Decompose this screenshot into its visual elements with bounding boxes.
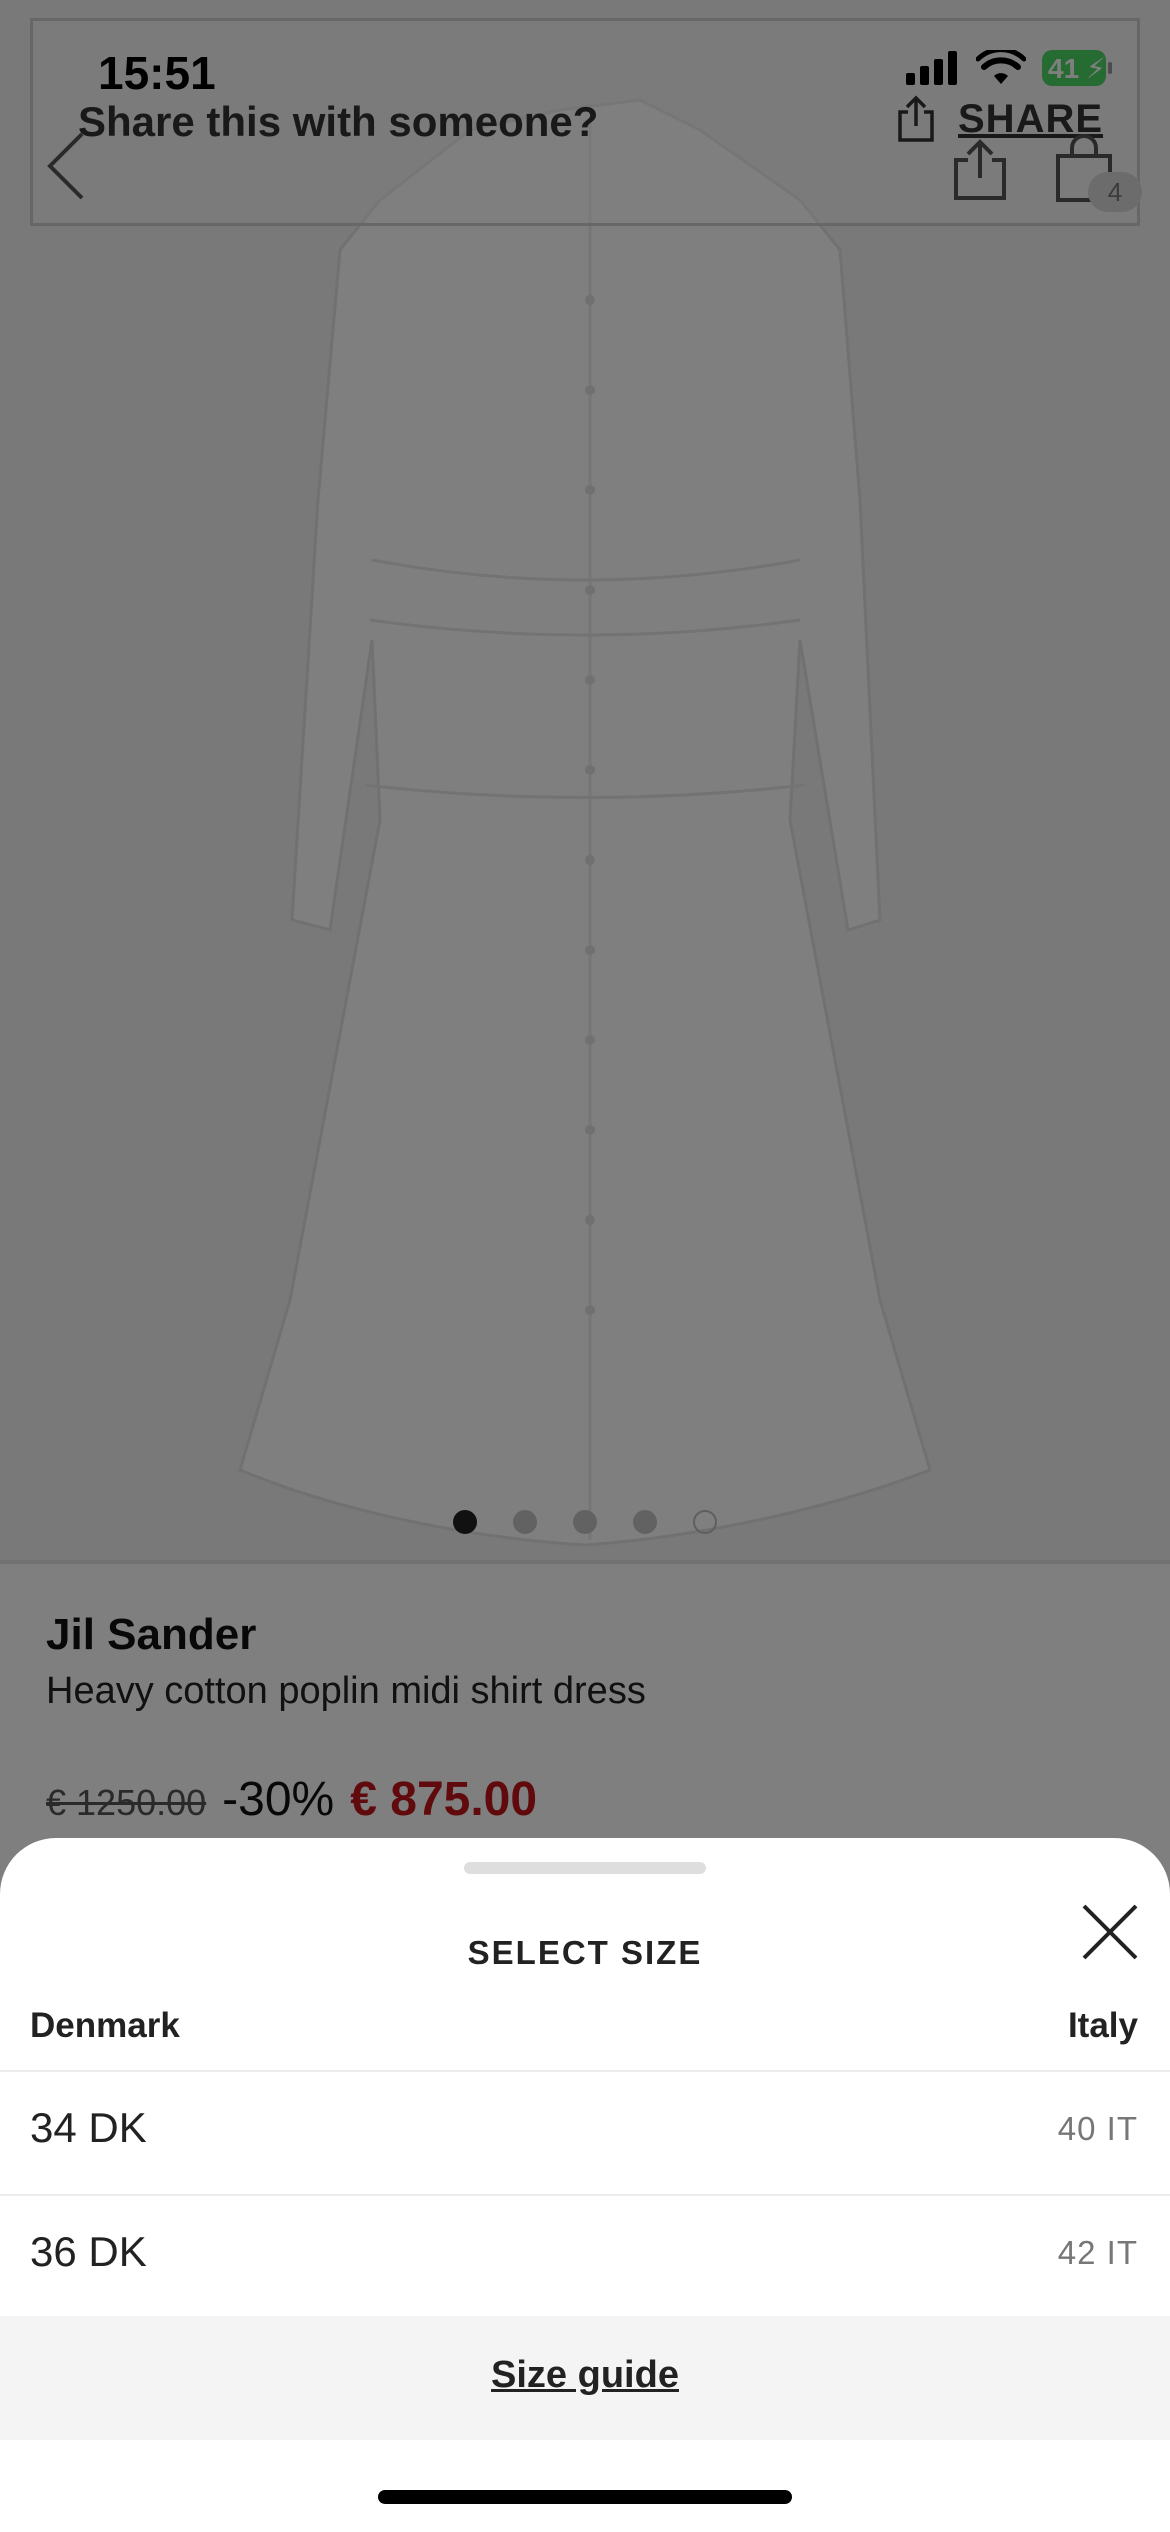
sheet-title: SELECT SIZE	[467, 1934, 703, 1971]
close-button[interactable]	[1078, 1900, 1142, 1964]
size-primary-label: 34 DK	[30, 2104, 147, 2151]
home-indicator[interactable]	[378, 2490, 792, 2504]
size-primary-label: 36 DK	[30, 2228, 147, 2275]
sheet-grabber[interactable]	[464, 1862, 706, 1874]
column-header-italy: Italy	[1067, 2006, 1138, 2045]
select-size-sheet: SELECT SIZE Denmark Italy 34 DK 40 IT 36…	[0, 1838, 1170, 2532]
column-header-denmark: Denmark	[30, 2006, 180, 2045]
size-option-row[interactable]: 36 DK 42 IT	[0, 2196, 1170, 2316]
size-guide-bar: Size guide	[0, 2316, 1170, 2440]
size-secondary-label: 40 IT	[1057, 2110, 1138, 2147]
size-option-row[interactable]: 34 DK 40 IT	[0, 2072, 1170, 2192]
size-guide-link[interactable]: Size guide	[0, 2354, 1170, 2397]
close-icon	[1082, 1904, 1138, 1960]
size-secondary-label: 42 IT	[1057, 2234, 1138, 2271]
